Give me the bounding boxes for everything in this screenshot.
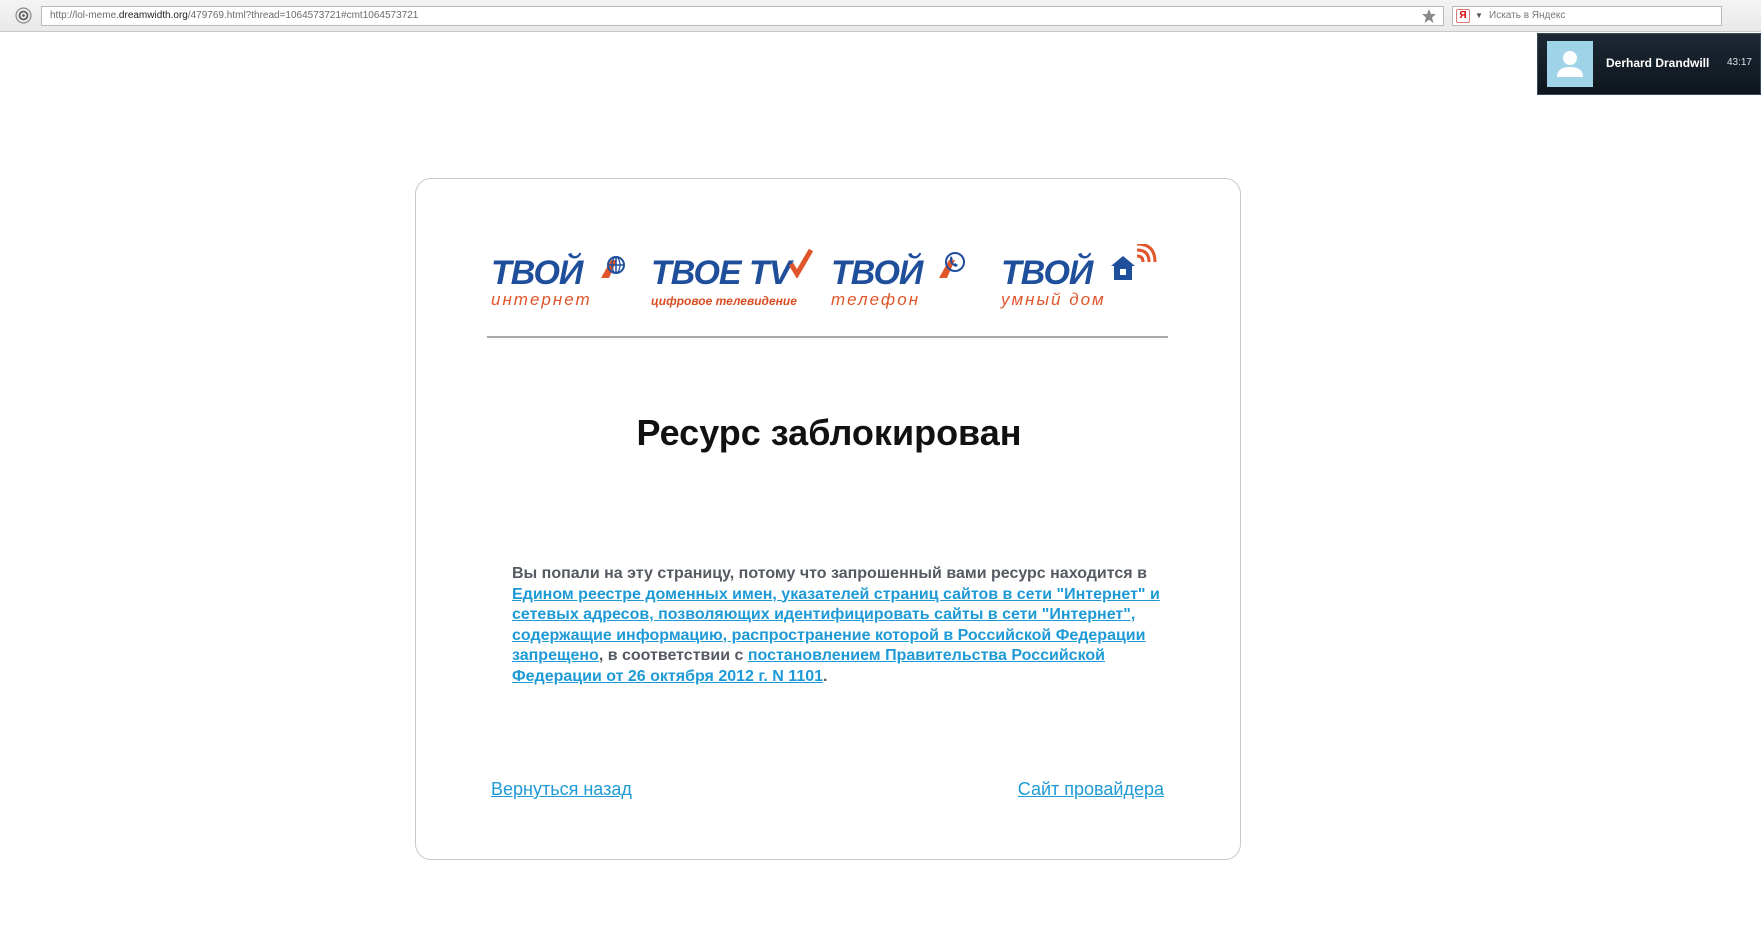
logo-brand: ТВОЙ bbox=[491, 254, 583, 292]
house-wifi-icon bbox=[1111, 244, 1157, 280]
message-intro: Вы попали на эту страницу, потому что за… bbox=[512, 565, 1147, 582]
search-input[interactable]: Искать в Яндекс bbox=[1489, 7, 1565, 25]
checkmark-icon bbox=[789, 248, 813, 278]
message-middle: , в соответствии с bbox=[598, 647, 748, 664]
user-silhouette-icon bbox=[1557, 51, 1583, 77]
phone-handset-icon bbox=[939, 252, 965, 278]
logo-internet: ТВОЙ интернет bbox=[491, 244, 641, 314]
notification-name: Derhard Drandwill bbox=[1606, 56, 1710, 70]
provider-site-link[interactable]: Сайт провайдера bbox=[1018, 779, 1164, 800]
logo-brand: ТВОЙ bbox=[831, 254, 923, 292]
logo-subtitle: цифровое телевидение bbox=[651, 294, 797, 308]
back-link[interactable]: Вернуться назад bbox=[491, 779, 632, 800]
browser-toolbar: http://lol-meme.dreamwidth.org/479769.ht… bbox=[0, 0, 1761, 32]
logo-tv: ТВОЕ TV цифровое телевидение bbox=[651, 244, 816, 314]
logo-brand: ТВОЙ bbox=[1001, 254, 1093, 292]
logo-subtitle: интернет bbox=[491, 290, 592, 309]
logo-phone: ТВОЙ телефон bbox=[831, 244, 981, 314]
address-bar[interactable]: http://lol-meme.dreamwidth.org/479769.ht… bbox=[41, 6, 1444, 26]
search-bar[interactable]: Я ▼ Искать в Яндекс bbox=[1452, 6, 1722, 26]
logo-subtitle: умный дом bbox=[1001, 290, 1106, 309]
avatar bbox=[1547, 41, 1593, 87]
logo-brand: ТВОЕ TV bbox=[651, 254, 791, 292]
url-domain: dreamwidth.org bbox=[118, 10, 188, 21]
logo-smart-home: ТВОЙ умный дом bbox=[1001, 244, 1166, 314]
url-prefix: http://lol-meme. bbox=[50, 10, 119, 21]
bookmark-star-icon[interactable] bbox=[1421, 8, 1437, 24]
contact-notification[interactable]: Derhard Drandwill 43:17 bbox=[1537, 33, 1761, 95]
blocked-page-card: ТВОЙ интернет ТВОЕ TV цифровое телевиден… bbox=[415, 178, 1241, 860]
logo-subtitle: телефон bbox=[831, 290, 921, 309]
divider bbox=[487, 336, 1168, 338]
yandex-icon[interactable]: Я bbox=[1456, 9, 1470, 23]
block-message: Вы попали на эту страницу, потому что за… bbox=[512, 564, 1162, 687]
url-path: /479769.html?thread=1064573721#cmt106457… bbox=[187, 10, 419, 21]
notification-time: 43:17 bbox=[1726, 57, 1752, 68]
message-end: . bbox=[823, 667, 828, 685]
page-title: Ресурс заблокирован bbox=[636, 412, 1022, 453]
site-identity-icon[interactable] bbox=[15, 7, 32, 24]
search-engine-dropdown-icon[interactable]: ▼ bbox=[1475, 7, 1483, 25]
globe-icon bbox=[601, 256, 625, 278]
provider-logos: ТВОЙ интернет ТВОЕ TV цифровое телевиден… bbox=[491, 244, 1171, 314]
